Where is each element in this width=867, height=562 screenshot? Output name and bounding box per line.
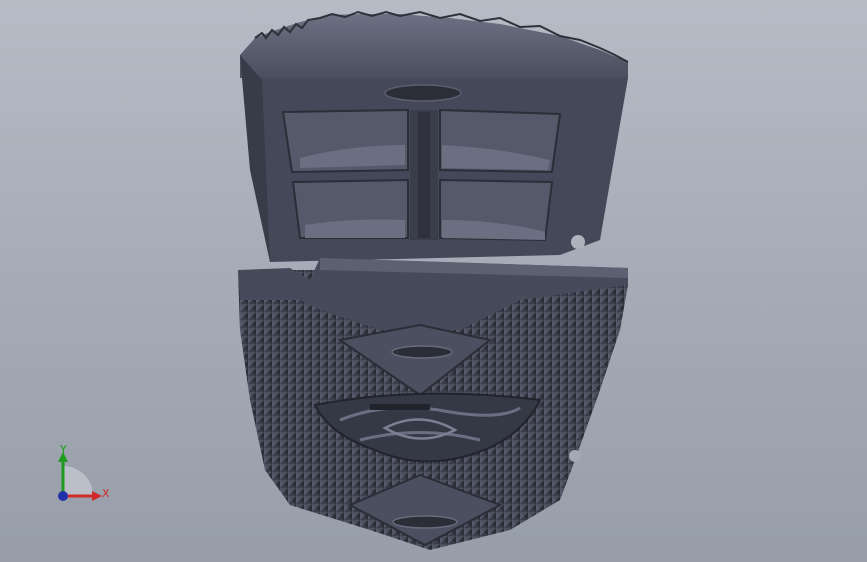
lower-knurled-block [238,258,628,550]
y-axis-label: Y [60,443,67,456]
mounting-hole [384,84,462,102]
x-axis-label: X [102,487,110,500]
coordinate-triad: Y X [50,440,120,510]
upper-block [240,10,629,262]
graphics-viewport[interactable]: Y X [0,0,867,562]
3d-part-model[interactable] [0,0,867,562]
